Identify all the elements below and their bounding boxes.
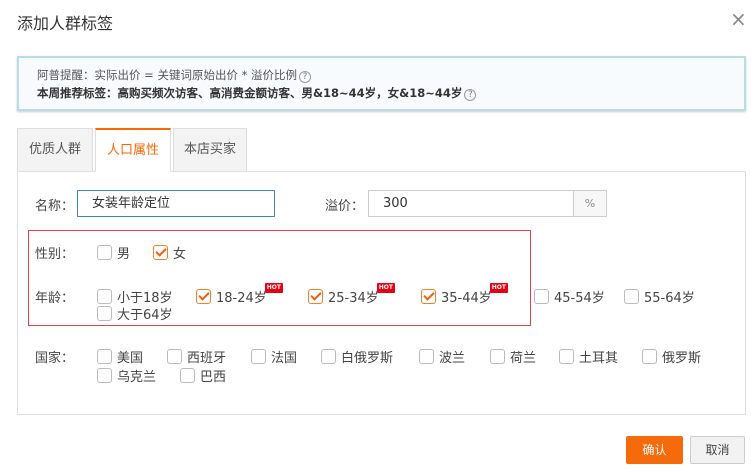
premium-input[interactable]: 300 bbox=[368, 190, 574, 217]
country-checkbox[interactable]: 白俄罗斯 bbox=[321, 347, 393, 366]
close-icon[interactable]: × bbox=[730, 8, 747, 30]
country-checkbox[interactable]: 法国 bbox=[251, 347, 297, 366]
country-checkbox[interactable]: 美国 bbox=[97, 347, 143, 366]
notice-box: 阿普提醒：实际出价 = 关键词原始出价 * 溢价比例? 本周推荐标签：高购买频次… bbox=[17, 56, 746, 111]
cancel-button[interactable]: 取消 bbox=[690, 436, 745, 464]
gender-male-checkbox[interactable]: 男 bbox=[97, 243, 130, 262]
percent-addon: % bbox=[573, 190, 607, 217]
tab-quality-crowd[interactable]: 优质人群 bbox=[17, 128, 93, 172]
country-checkbox[interactable]: 巴西 bbox=[180, 366, 226, 385]
age-checkbox-over64[interactable]: 大于64岁 bbox=[97, 304, 173, 323]
premium-label: 溢价： bbox=[325, 199, 365, 214]
country-checkbox[interactable]: 乌克兰 bbox=[97, 366, 156, 385]
country-checkbox[interactable]: 俄罗斯 bbox=[642, 347, 701, 366]
age-checkbox-45-54[interactable]: 45-54岁 bbox=[534, 287, 605, 306]
country-checkbox[interactable]: 西班牙 bbox=[167, 347, 226, 366]
dialog-title: 添加人群标签 bbox=[17, 14, 114, 33]
age-checkbox-18-24[interactable]: 18-24岁 HOT bbox=[196, 282, 283, 306]
tab-demographics[interactable]: 人口属性 bbox=[95, 128, 171, 172]
name-label: 名称： bbox=[35, 199, 75, 214]
age-label: 年龄： bbox=[35, 291, 75, 306]
age-checkbox-35-44[interactable]: 35-44岁 HOT bbox=[421, 282, 508, 306]
gender-female-checkbox[interactable]: 女 bbox=[153, 243, 186, 262]
age-checkbox-25-34[interactable]: 25-34岁 HOT bbox=[308, 282, 395, 306]
country-checkbox[interactable]: 波兰 bbox=[419, 347, 465, 366]
country-checkbox[interactable]: 荷兰 bbox=[490, 347, 536, 366]
hot-badge: HOT bbox=[376, 282, 395, 293]
age-checkbox-55-64[interactable]: 55-64岁 bbox=[624, 287, 695, 306]
name-input[interactable]: 女装年龄定位 bbox=[77, 190, 275, 217]
hot-badge: HOT bbox=[489, 282, 508, 293]
notice-line1: 阿普提醒：实际出价 = 关键词原始出价 * 溢价比例 bbox=[37, 68, 298, 82]
hot-badge: HOT bbox=[264, 282, 283, 293]
confirm-button[interactable]: 确认 bbox=[626, 436, 683, 464]
country-label: 国家： bbox=[35, 351, 75, 366]
help-icon[interactable]: ? bbox=[464, 89, 477, 101]
help-icon[interactable]: ? bbox=[299, 71, 312, 83]
country-checkbox[interactable]: 土耳其 bbox=[559, 347, 618, 366]
tab-store-buyers[interactable]: 本店买家 bbox=[173, 128, 247, 172]
gender-label: 性别： bbox=[35, 247, 75, 262]
notice-line2: 本周推荐标签：高购买频次访客、高消费金额访客、男&18~44岁，女&18~44岁 bbox=[37, 86, 463, 100]
